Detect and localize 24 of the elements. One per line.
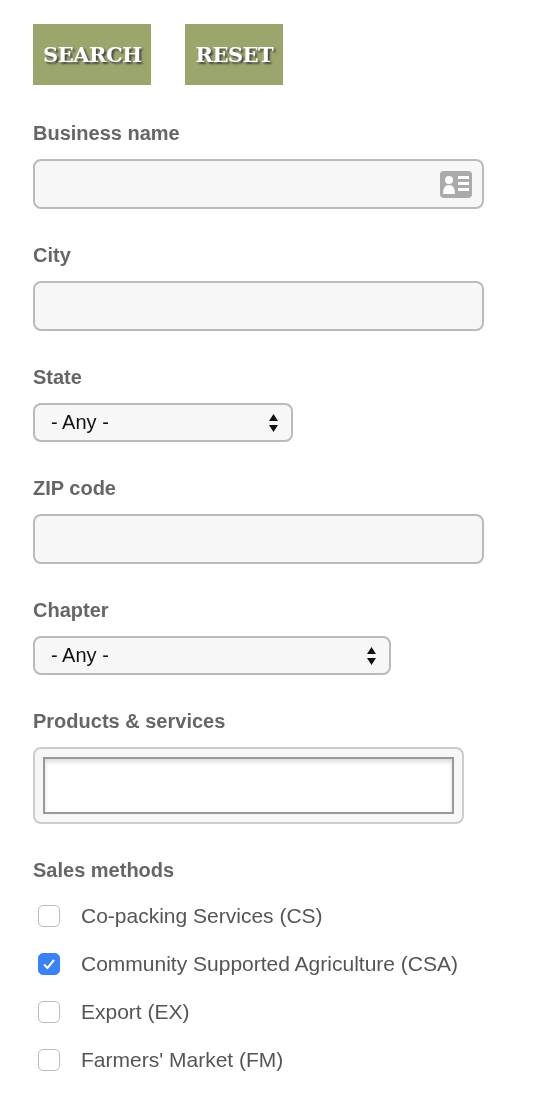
checkbox-label[interactable]: Co-packing Services (CS)	[81, 904, 323, 928]
text-field[interactable]	[33, 159, 484, 209]
checkbox[interactable]	[38, 1001, 60, 1023]
field-label: Chapter	[33, 598, 110, 622]
field-label: Sales methods	[33, 858, 176, 882]
dropdown[interactable]: - Any -	[33, 403, 293, 442]
dropdown[interactable]: - Any -	[33, 636, 391, 675]
up-down-arrows-icon	[269, 412, 278, 433]
checkbox[interactable]	[38, 1049, 60, 1071]
field-label: City	[33, 243, 72, 267]
text-field[interactable]	[33, 514, 484, 564]
field-label: Products & services	[33, 709, 227, 733]
up-down-arrows-icon	[367, 645, 376, 666]
field-label: State	[33, 365, 83, 389]
checkbox-label[interactable]: Community Supported Agriculture (CSA)	[81, 952, 458, 976]
field-label: ZIP code	[33, 476, 117, 500]
checkbox[interactable]	[38, 905, 60, 927]
checkbox[interactable]	[38, 953, 60, 975]
checkbox-label[interactable]: Farmers' Market (FM)	[81, 1048, 284, 1072]
field-label: Business name	[33, 121, 181, 145]
text-field[interactable]	[33, 281, 484, 331]
checkbox-label[interactable]: Export (EX)	[81, 1000, 190, 1024]
text-field[interactable]	[43, 757, 454, 814]
contact-card-icon	[440, 171, 472, 198]
